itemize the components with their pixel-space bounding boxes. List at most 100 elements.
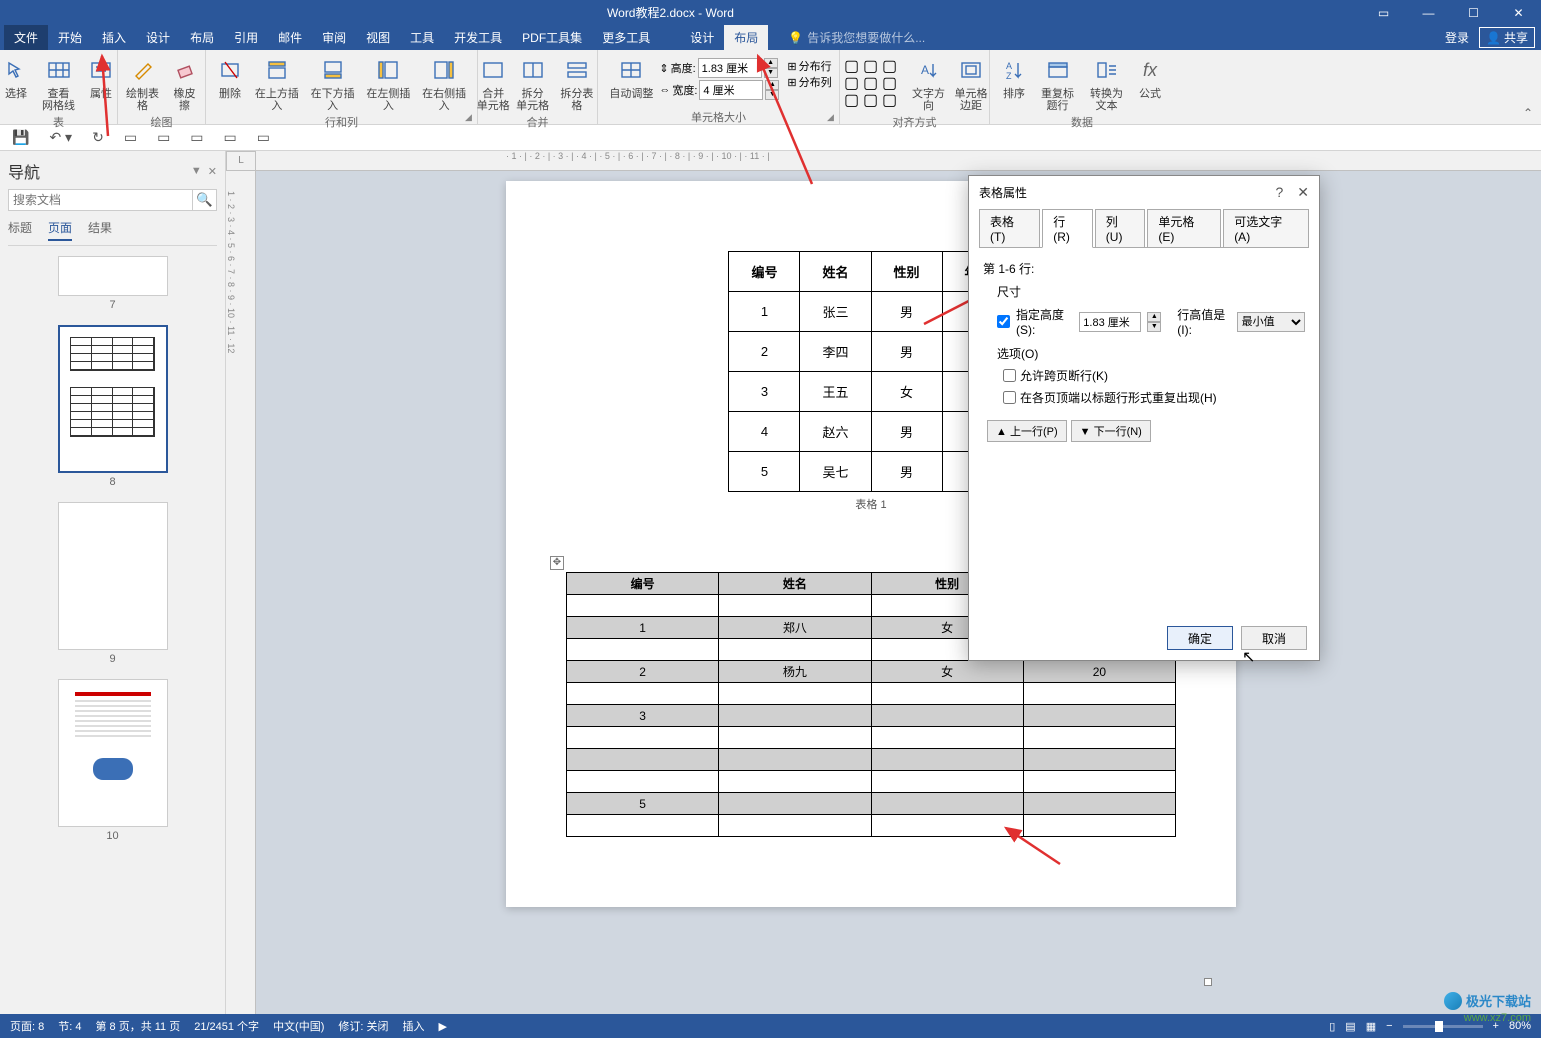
formula-button[interactable]: fx公式	[1132, 52, 1168, 102]
draw-table-button[interactable]: 绘制表格	[121, 52, 165, 114]
thumbnail-page-9[interactable]: 9	[8, 502, 217, 665]
thumbnail-page-10[interactable]: 10	[8, 679, 217, 842]
status-insert[interactable]: 插入	[403, 1018, 425, 1034]
menu-table-layout[interactable]: 布局	[724, 25, 768, 50]
menu-pdftools[interactable]: PDF工具集	[512, 25, 592, 50]
dialog-launcher-cellsize[interactable]: ◢	[827, 112, 837, 122]
menu-tools[interactable]: 工具	[400, 25, 444, 50]
status-language[interactable]: 中文(中国)	[273, 1018, 324, 1034]
thumbnail-page-7[interactable]: 7	[8, 256, 217, 311]
th[interactable]: 姓名	[800, 252, 871, 292]
dialog-tab-table[interactable]: 表格(T)	[979, 209, 1040, 248]
menu-file[interactable]: 文件	[4, 25, 48, 50]
row-height-spinner[interactable]: ▲▼	[1147, 312, 1161, 332]
split-cells-button[interactable]: 拆分 单元格	[514, 52, 551, 114]
menu-layout[interactable]: 布局	[180, 25, 224, 50]
menu-review[interactable]: 审阅	[312, 25, 356, 50]
allow-break-checkbox[interactable]	[1003, 369, 1016, 382]
thumbnail-page-8[interactable]: 8	[8, 325, 217, 488]
undo-icon[interactable]: ↶ ▾	[49, 129, 72, 146]
dialog-close-icon[interactable]: ✕	[1297, 184, 1309, 201]
cell-margins-button[interactable]: 单元格 边距	[953, 52, 989, 114]
collapse-ribbon-icon[interactable]: ⌃	[1523, 106, 1533, 120]
menu-view[interactable]: 视图	[356, 25, 400, 50]
qat-icon-4[interactable]: ▭	[224, 129, 237, 146]
insert-below-button[interactable]: 在下方插入	[306, 52, 360, 114]
dialog-tab-row[interactable]: 行(R)	[1042, 209, 1093, 248]
nav-tab-pages[interactable]: 页面	[48, 219, 72, 241]
table-resize-handle-icon[interactable]	[1204, 978, 1212, 986]
delete-button[interactable]: 删除	[212, 52, 248, 102]
redo-icon[interactable]: ↻	[92, 129, 104, 146]
dialog-tab-cell[interactable]: 单元格(E)	[1147, 209, 1221, 248]
repeat-header-checkbox[interactable]	[1003, 391, 1016, 404]
height-spinner[interactable]: ▲▼	[764, 58, 778, 78]
share-button[interactable]: 👤共享	[1479, 27, 1535, 48]
view-web-icon[interactable]: ▦	[1366, 1020, 1376, 1033]
cancel-button[interactable]: 取消	[1241, 626, 1307, 650]
nav-search-input[interactable]	[8, 189, 193, 211]
status-page[interactable]: 页面: 8	[10, 1018, 44, 1034]
menu-home[interactable]: 开始	[48, 25, 92, 50]
distribute-cols-button[interactable]: ⊞分布列	[787, 74, 831, 90]
status-section[interactable]: 节: 4	[58, 1018, 81, 1034]
menu-devtools[interactable]: 开发工具	[444, 25, 512, 50]
ribbon-display-options-icon[interactable]: ▭	[1361, 0, 1406, 25]
select-button[interactable]: 选择	[0, 52, 36, 102]
properties-button[interactable]: 属性	[81, 52, 121, 102]
row-height-rule-select[interactable]: 最小值	[1237, 312, 1305, 332]
table-move-handle-icon[interactable]: ✥	[550, 556, 564, 570]
tell-me-search[interactable]: 💡 告诉我您想要做什么...	[788, 29, 925, 46]
text-direction-button[interactable]: A文字方向	[906, 52, 951, 114]
dialog-tab-alt-text[interactable]: 可选文字(A)	[1223, 209, 1309, 248]
dialog-tab-column[interactable]: 列(U)	[1095, 209, 1146, 248]
dialog-help-icon[interactable]: ?	[1275, 184, 1283, 201]
qat-icon-3[interactable]: ▭	[190, 129, 203, 146]
repeat-header-button[interactable]: 重复标题行	[1034, 52, 1081, 114]
vertical-ruler[interactable]: 1 · 2 · 3 · 4 · 5 · 6 · 7 · 8 · 9 · 10 ·…	[226, 171, 256, 1014]
document-area[interactable]: L · 1 · | · 2 · | · 3 · | · 4 · | · 5 · …	[226, 151, 1541, 1014]
close-icon[interactable]: ✕	[1496, 0, 1541, 25]
menu-references[interactable]: 引用	[224, 25, 268, 50]
horizontal-ruler[interactable]: · 1 · | · 2 · | · 3 · | · 4 · | · 5 · | …	[256, 151, 1541, 171]
nav-close-icon[interactable]: ✕	[208, 165, 217, 178]
zoom-out-icon[interactable]: −	[1386, 1020, 1392, 1032]
status-macro-icon[interactable]: ▶	[439, 1020, 447, 1033]
next-row-button[interactable]: ▼ 下一行(N)	[1071, 420, 1151, 442]
menu-mailings[interactable]: 邮件	[268, 25, 312, 50]
nav-tab-results[interactable]: 结果	[88, 219, 112, 241]
dialog-launcher-rowcol[interactable]: ◢	[465, 112, 475, 122]
prev-row-button[interactable]: ▲ 上一行(P)	[987, 420, 1067, 442]
zoom-slider[interactable]	[1403, 1025, 1483, 1028]
width-spinner[interactable]: ▲▼	[765, 80, 779, 100]
qat-icon-2[interactable]: ▭	[157, 129, 170, 146]
view-print-icon[interactable]: ▤	[1345, 1020, 1355, 1033]
th[interactable]: 性别	[871, 252, 942, 292]
specify-height-checkbox[interactable]	[997, 315, 1010, 328]
status-words[interactable]: 21/2451 个字	[194, 1018, 259, 1034]
merge-cells-button[interactable]: 合并 单元格	[475, 52, 512, 114]
minimize-icon[interactable]: —	[1406, 0, 1451, 25]
nav-search-button[interactable]: 🔍	[193, 189, 217, 211]
split-table-button[interactable]: 拆分表格	[553, 52, 600, 114]
view-read-icon[interactable]: ▯	[1329, 1020, 1335, 1033]
eraser-button[interactable]: 橡皮擦	[167, 52, 203, 114]
insert-above-button[interactable]: 在上方插入	[250, 52, 304, 114]
menu-insert[interactable]: 插入	[92, 25, 136, 50]
distribute-rows-button[interactable]: ⊞分布行	[787, 58, 831, 74]
menu-design[interactable]: 设计	[136, 25, 180, 50]
qat-icon-5[interactable]: ▭	[257, 129, 270, 146]
alignment-grid[interactable]: ▢▢▢▢▢▢▢▢▢	[840, 52, 904, 110]
save-icon[interactable]: 💾	[12, 129, 29, 146]
qat-icon-1[interactable]: ▭	[124, 129, 137, 146]
sort-button[interactable]: AZ排序	[996, 52, 1032, 102]
width-input[interactable]	[699, 80, 763, 100]
nav-tab-headings[interactable]: 标题	[8, 219, 32, 241]
login-link[interactable]: 登录	[1445, 29, 1469, 46]
insert-right-button[interactable]: 在右侧插入	[417, 52, 471, 114]
view-gridlines-button[interactable]: 查看 网格线	[38, 52, 79, 114]
nav-dropdown-icon[interactable]: ▼	[191, 165, 202, 178]
height-input[interactable]	[698, 58, 762, 78]
convert-to-text-button[interactable]: 转换为文本	[1083, 52, 1130, 114]
th[interactable]: 编号	[729, 252, 800, 292]
